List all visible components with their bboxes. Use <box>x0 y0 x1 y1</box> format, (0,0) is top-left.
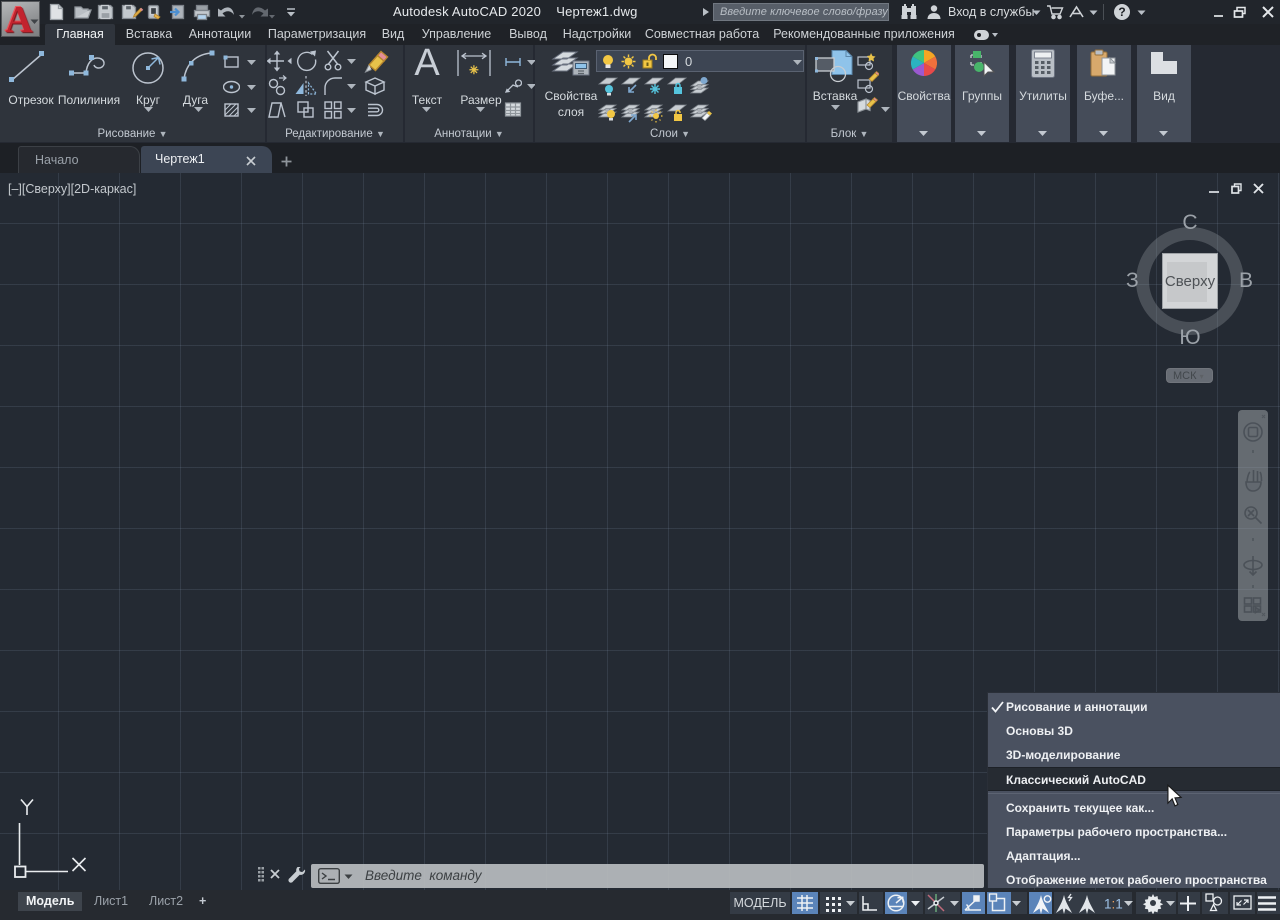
svg-text:1:1: 1:1 <box>1104 897 1123 912</box>
svg-text:?: ? <box>1118 5 1125 19</box>
